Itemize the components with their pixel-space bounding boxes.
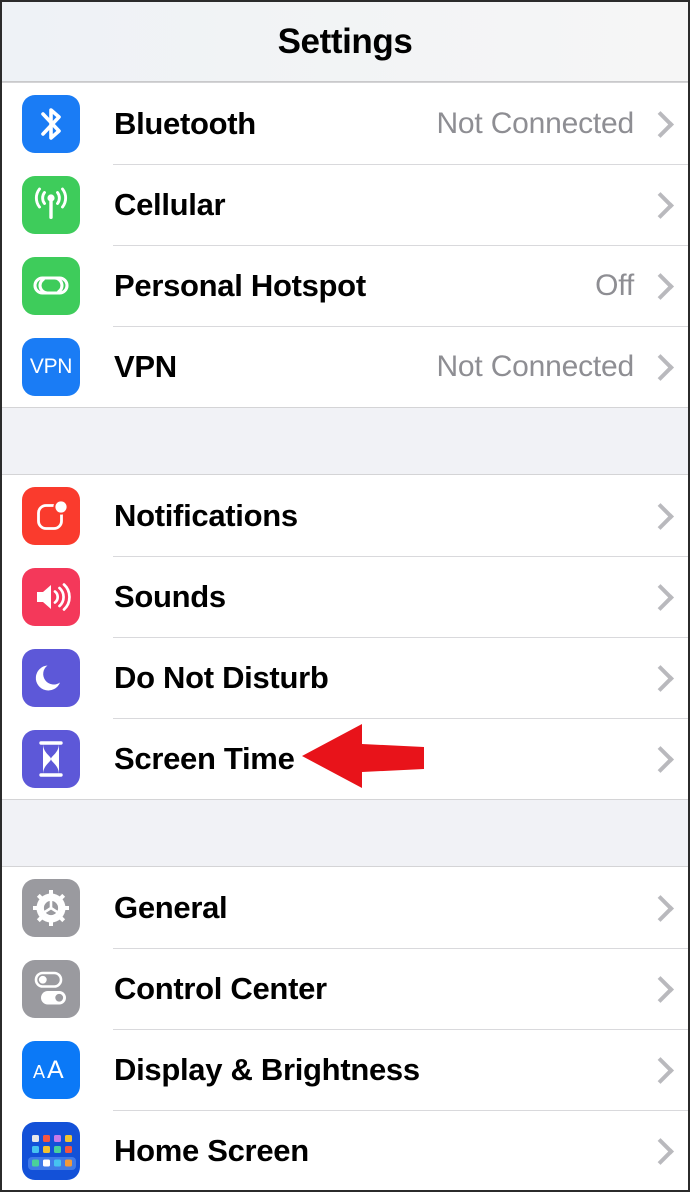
vpn-icon: VPN	[22, 337, 80, 396]
row-accessory: Not Connected	[436, 350, 666, 384]
settings-row-label: Bluetooth	[114, 105, 256, 141]
chevron-right-icon	[650, 353, 666, 381]
row-accessory	[634, 191, 666, 219]
row-accessory: Not Connected	[436, 107, 666, 141]
chevron-right-icon	[650, 664, 666, 692]
settings-row-label: Sounds	[114, 578, 226, 614]
settings-row-label: Home Screen	[114, 1132, 309, 1168]
chevron-right-icon	[650, 583, 666, 611]
navigation-bar: Settings	[2, 2, 688, 82]
settings-row-label: Screen Time	[114, 740, 295, 776]
settings-row-value: Not Connected	[436, 106, 634, 140]
cellular-antenna-icon	[22, 175, 80, 234]
chevron-right-icon	[650, 1137, 666, 1165]
settings-row-screen-time[interactable]: Screen Time	[2, 718, 688, 799]
svg-text:A: A	[33, 1062, 45, 1082]
settings-group-alerts: Notifications Sounds Do Not Disturb Scre…	[2, 474, 688, 800]
chevron-right-icon	[650, 1056, 666, 1084]
svg-text:A: A	[47, 1056, 64, 1084]
aa-text-size-icon: A A	[22, 1040, 80, 1099]
row-accessory	[634, 502, 666, 530]
settings-row-control-center[interactable]: Control Center	[2, 948, 688, 1029]
row-accessory	[634, 975, 666, 1003]
settings-row-personal-hotspot[interactable]: Personal Hotspot Off	[2, 245, 688, 326]
settings-row-label: VPN	[114, 348, 177, 384]
row-accessory	[634, 1137, 666, 1165]
chevron-right-icon	[650, 894, 666, 922]
settings-row-do-not-disturb[interactable]: Do Not Disturb	[2, 637, 688, 718]
settings-row-label: Control Center	[114, 970, 327, 1006]
settings-row-notifications[interactable]: Notifications	[2, 475, 688, 556]
row-accessory	[634, 1056, 666, 1084]
row-accessory	[634, 583, 666, 611]
chevron-right-icon	[650, 745, 666, 773]
settings-group-connectivity: Bluetooth Not Connected Cellular Persona…	[2, 82, 688, 408]
chevron-right-icon	[650, 272, 666, 300]
settings-row-label: General	[114, 889, 228, 925]
settings-row-value: Not Connected	[436, 349, 634, 383]
settings-row-display-brightness[interactable]: A A Display & Brightness	[2, 1029, 688, 1110]
settings-row-label: Display & Brightness	[114, 1051, 420, 1087]
row-accessory	[634, 664, 666, 692]
speaker-waves-icon	[22, 567, 80, 626]
chevron-right-icon	[650, 975, 666, 1003]
settings-row-label: Personal Hotspot	[114, 267, 366, 303]
settings-row-label: Do Not Disturb	[114, 659, 329, 695]
row-accessory	[634, 745, 666, 773]
settings-row-vpn[interactable]: VPN VPN Not Connected	[2, 326, 688, 407]
settings-row-sounds[interactable]: Sounds	[2, 556, 688, 637]
gear-icon	[22, 878, 80, 937]
chevron-right-icon	[650, 191, 666, 219]
group-separator-gap	[2, 408, 688, 474]
moon-icon	[22, 648, 80, 707]
settings-row-label: Cellular	[114, 186, 226, 222]
settings-group-system: General Control Center A A Display & Bri…	[2, 866, 688, 1190]
settings-row-home-screen[interactable]: Home Screen	[2, 1110, 688, 1190]
hotspot-link-icon	[22, 256, 80, 315]
notifications-badge-icon	[22, 486, 80, 545]
settings-row-cellular[interactable]: Cellular	[2, 164, 688, 245]
hourglass-icon	[22, 729, 80, 788]
settings-row-label: Notifications	[114, 497, 298, 533]
app-grid-icon	[22, 1121, 80, 1180]
page-title: Settings	[277, 21, 413, 61]
row-accessory: Off	[595, 269, 666, 303]
chevron-right-icon	[650, 502, 666, 530]
settings-row-general[interactable]: General	[2, 867, 688, 948]
toggles-icon	[22, 959, 80, 1018]
chevron-right-icon	[650, 110, 666, 138]
settings-row-bluetooth[interactable]: Bluetooth Not Connected	[2, 83, 688, 164]
group-separator-gap	[2, 800, 688, 866]
bluetooth-icon	[22, 94, 80, 153]
settings-screen: Settings Bluetooth Not Connected Cellula…	[0, 0, 690, 1192]
settings-row-value: Off	[595, 268, 634, 302]
row-accessory	[634, 894, 666, 922]
